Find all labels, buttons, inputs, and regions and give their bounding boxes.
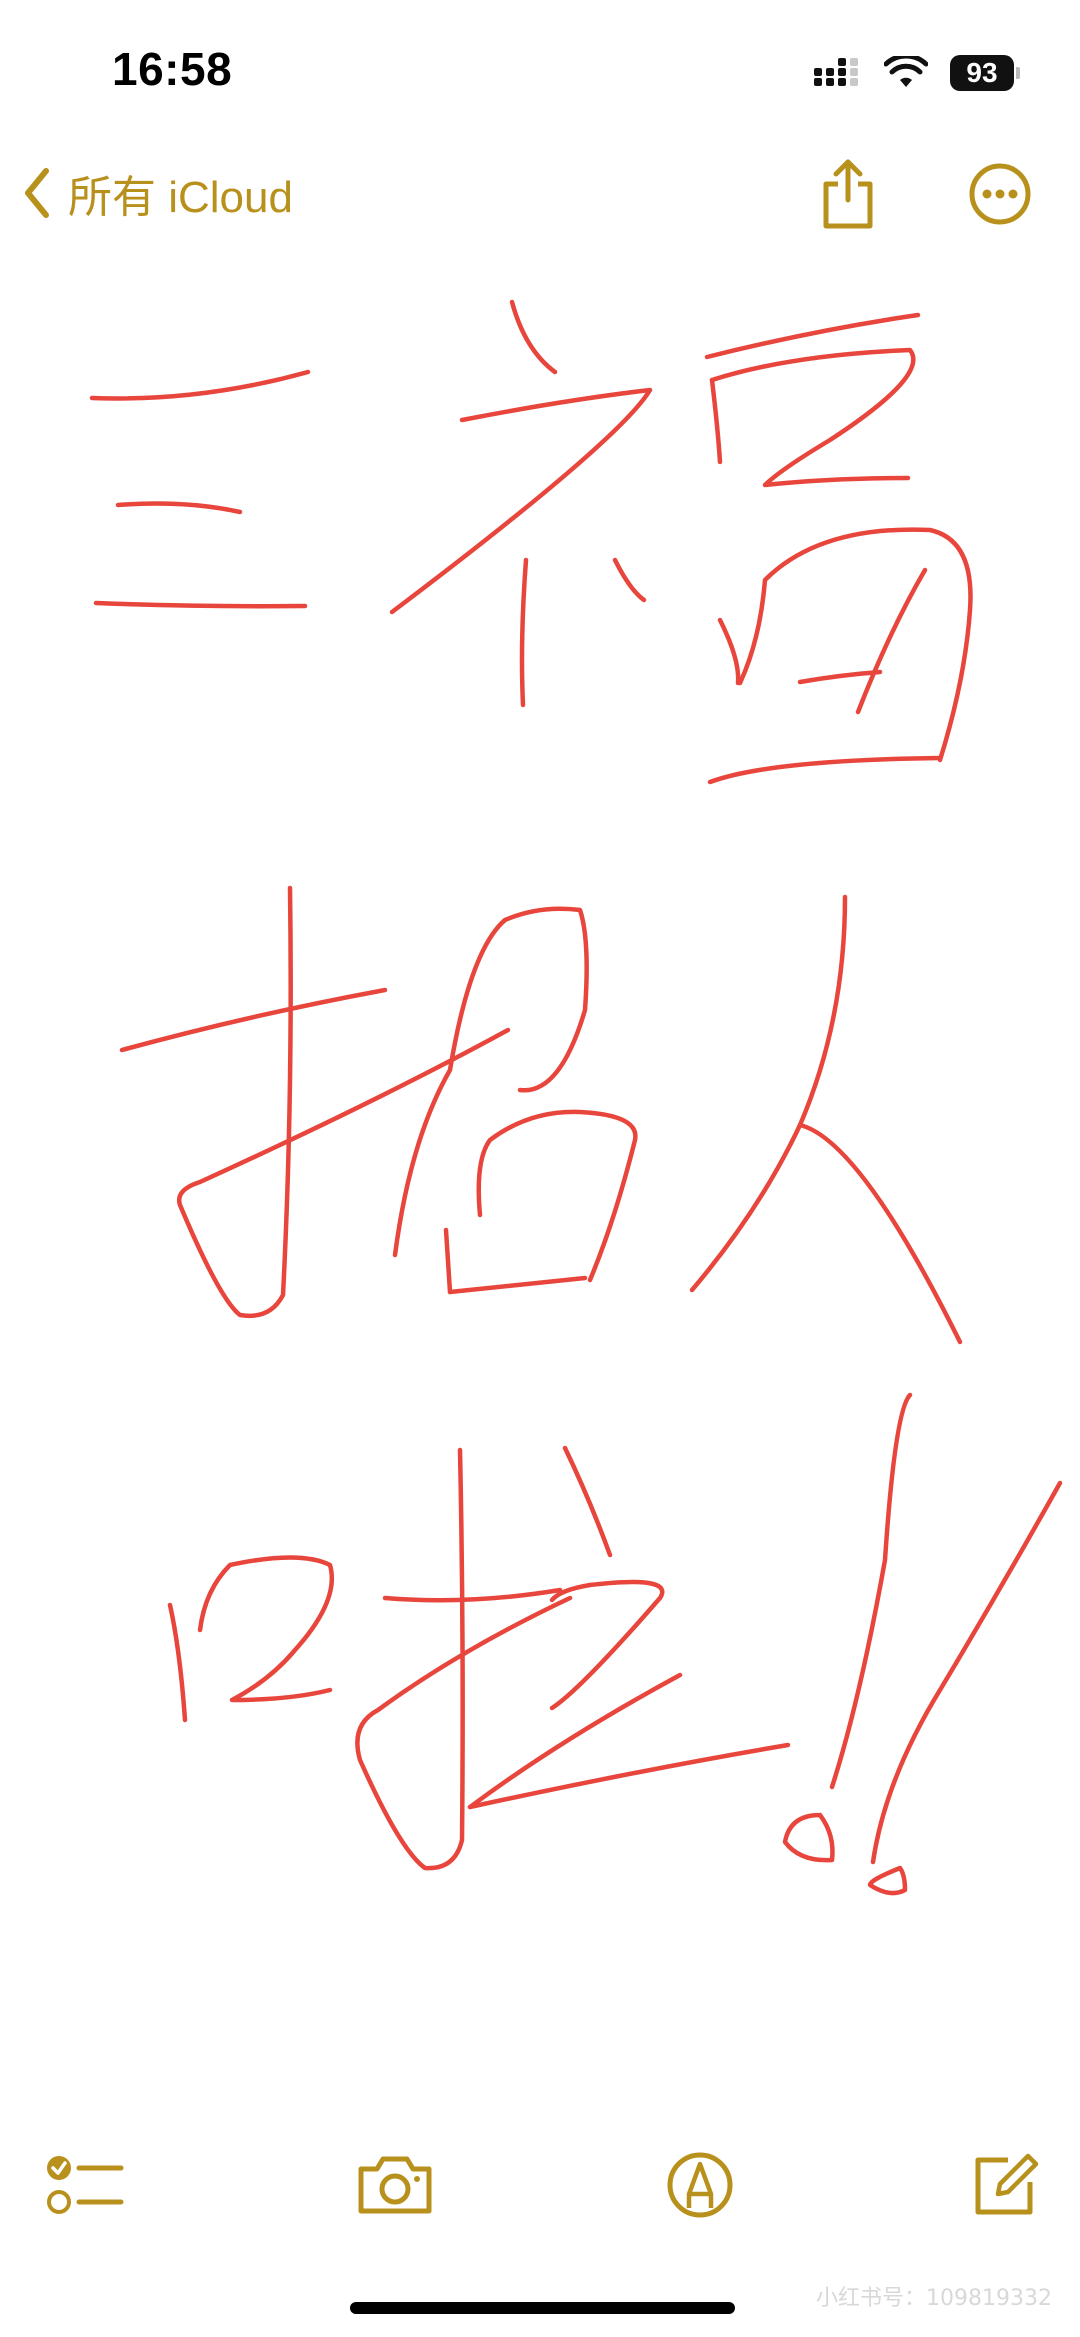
compose-button[interactable] [960,2140,1050,2230]
handwritten-char-san [89,369,311,609]
handwritten-exclamations [782,1392,1063,1896]
wifi-icon [884,56,928,87]
cellular-signal-icon [814,58,858,86]
handwritten-char-zhao [119,885,638,1319]
back-label: 所有 iCloud [68,173,293,222]
checklist-icon [47,2156,124,2214]
back-button[interactable]: 所有 iCloud [20,158,293,228]
handwritten-char-la [167,1445,791,1871]
home-indicator[interactable] [350,2302,735,2314]
ellipsis-circle-icon [969,163,1031,225]
status-time: 16:58 [112,43,233,95]
chevron-left-icon [25,168,49,218]
status-bar: 16:58 93 [0,0,1080,140]
battery-cap [1016,67,1020,79]
handwriting-canvas[interactable] [0,260,1080,2120]
handwritten-char-fu [389,299,973,785]
bottom-toolbar [0,2140,1080,2240]
battery-icon: 93 [950,55,1020,91]
camera-icon [358,2156,432,2214]
watermark: 小红书号：109819332 [816,2286,1052,2311]
markup-button[interactable] [655,2140,745,2230]
share-button[interactable] [808,154,888,234]
battery-level: 93 [966,57,998,88]
status-icons: 93 [812,50,1020,96]
nav-bar: 所有 iCloud [0,150,1080,240]
checklist-button[interactable] [40,2140,130,2230]
compose-icon [975,2153,1039,2215]
handwritten-char-ren [689,894,963,1345]
more-button[interactable] [960,154,1040,234]
markup-pen-icon [667,2152,733,2218]
share-icon [823,159,873,229]
camera-button[interactable] [350,2140,440,2230]
